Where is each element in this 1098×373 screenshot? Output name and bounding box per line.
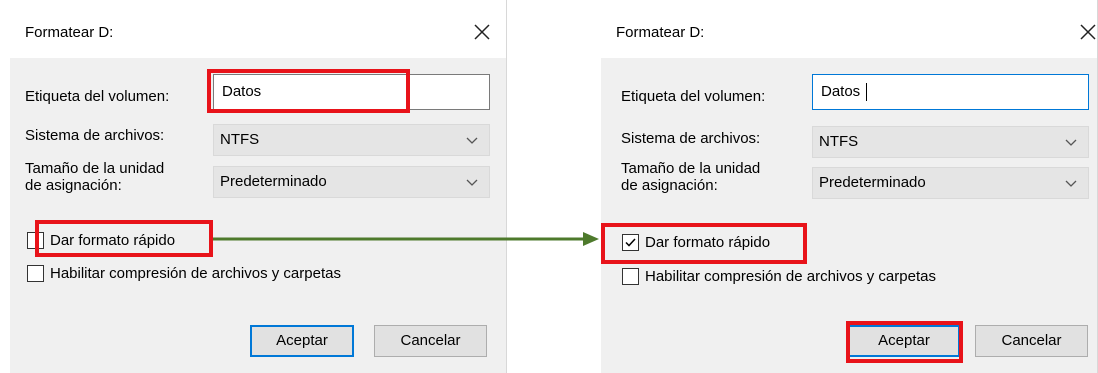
arrow-icon <box>213 232 599 246</box>
